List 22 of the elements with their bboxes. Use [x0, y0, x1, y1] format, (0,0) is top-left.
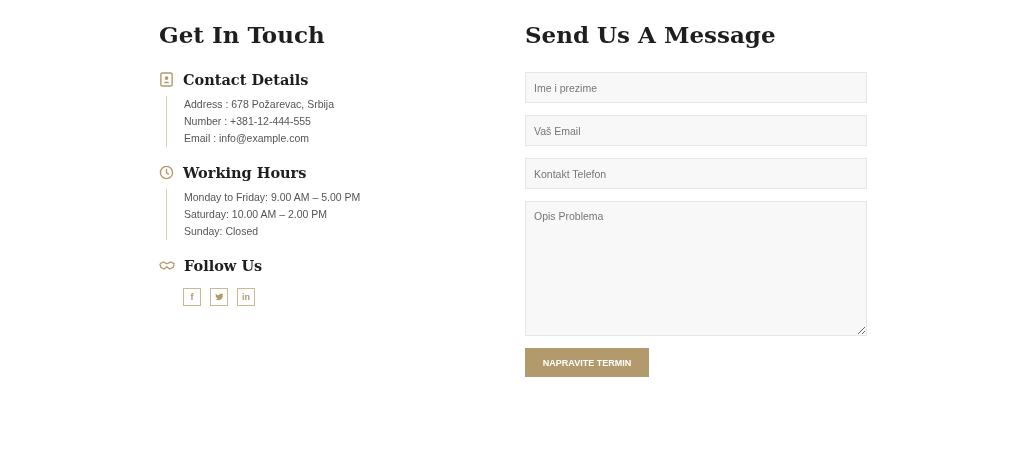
social-link[interactable]: f — [183, 288, 201, 306]
section-title: Get In Touch — [159, 20, 326, 50]
info-text: Address : 678 Požarevac, Srbija — [184, 97, 335, 112]
message-field[interactable]: Opis Problema — [525, 201, 867, 336]
info-text: Sunday: Closed — [184, 224, 260, 239]
section-heading: Contact Details — [183, 70, 309, 88]
input-field[interactable]: Kontakt Telefon — [525, 158, 867, 189]
info-text: Saturday: 10.00 AM – 2.00 PM — [184, 207, 328, 222]
social-link[interactable] — [210, 288, 228, 306]
section-title: Send Us A Message — [525, 20, 777, 50]
submit-button[interactable]: NAPRAVITE TERMIN — [525, 348, 649, 377]
contact-card-icon — [159, 71, 174, 87]
clock-icon — [159, 164, 174, 180]
section-heading: Follow Us — [184, 256, 263, 274]
info-text: Email : info@example.com — [184, 131, 311, 146]
info-text: Monday to Friday: 9.00 AM – 5.00 PM — [184, 190, 362, 205]
section-heading: Working Hours — [183, 163, 307, 181]
input-field[interactable]: Vaš Email — [525, 115, 867, 146]
bird-icon — [214, 293, 224, 301]
input-field[interactable]: Ime i prezime — [525, 72, 867, 103]
info-text: Number : +381-12-444-555 — [184, 114, 312, 129]
social-link[interactable]: in — [237, 288, 255, 306]
